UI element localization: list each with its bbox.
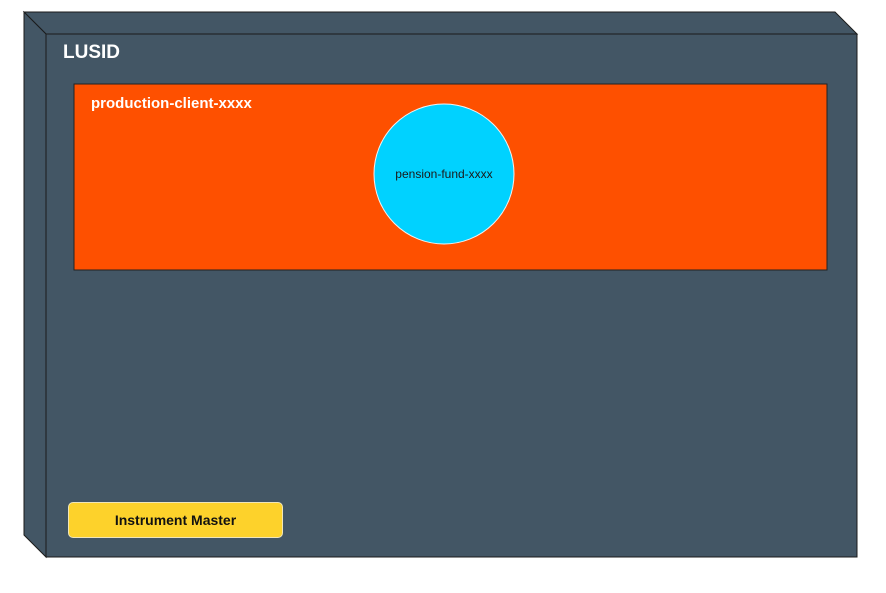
architecture-diagram: LUSID production-client-xxxx pension-fun… [0, 0, 886, 593]
instrument-master-node[interactable]: Instrument Master [68, 502, 283, 538]
lusid-title: LUSID [63, 42, 120, 63]
lusid-box-side-face [23, 10, 47, 559]
client-environment-title: production-client-xxxx [91, 95, 252, 112]
lusid-box-top-face [22, 11, 859, 35]
pension-fund-label: pension-fund-xxxx [395, 167, 493, 181]
